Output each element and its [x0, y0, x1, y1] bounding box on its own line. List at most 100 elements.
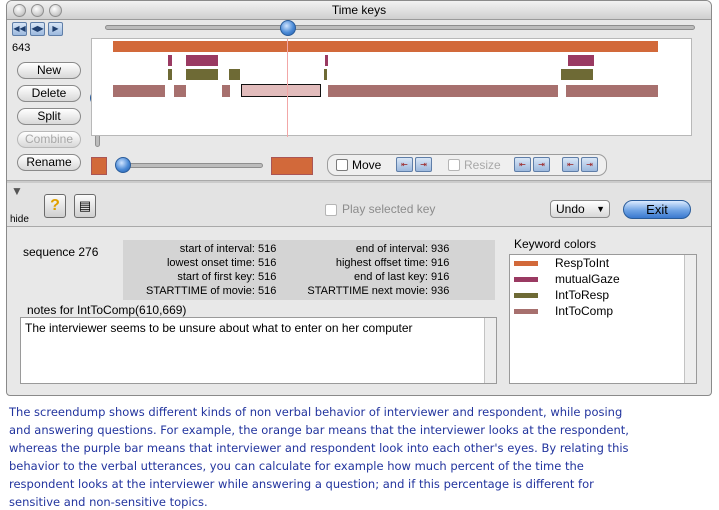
- start-of-interval-label: start of interval:: [179, 243, 255, 255]
- inttocomp-selected-bar[interactable]: [241, 84, 321, 97]
- rename-button[interactable]: Rename: [17, 154, 81, 171]
- keyword-label: IntToResp: [555, 288, 610, 302]
- lowest-onset-label: lowest onset time:: [166, 257, 255, 269]
- disclosure-triangle-icon[interactable]: ▼: [11, 184, 23, 198]
- inttoresp-bar[interactable]: [186, 69, 218, 80]
- inttoresp-bar[interactable]: [561, 69, 593, 80]
- inttocomp-bar[interactable]: [566, 85, 658, 97]
- keyword-swatch: [514, 261, 538, 266]
- starttime-movie-label: STARTTIME of movie:: [145, 285, 255, 297]
- notes-textarea[interactable]: The interviewer seems to be unsure about…: [20, 317, 497, 384]
- right-color-swatch: [271, 157, 313, 175]
- description-line: and answering questions. For example, th…: [9, 423, 629, 437]
- keyword-swatch: [514, 293, 538, 298]
- keyword-colors-title: Keyword colors: [514, 237, 597, 251]
- title-bar: Time keys: [7, 1, 711, 20]
- shrink-end-icon: ⇤: [567, 160, 574, 169]
- help-icon[interactable]: ?: [44, 194, 66, 218]
- keyword-scrollbar[interactable]: [684, 255, 696, 383]
- sequence-label: sequence 276: [23, 245, 99, 259]
- grow-icon: ⇥: [538, 160, 545, 169]
- description-line: The screendump shows different kinds of …: [9, 405, 623, 419]
- inttocomp-bar[interactable]: [222, 85, 230, 97]
- resize-start-right-button[interactable]: ⇥: [533, 157, 550, 172]
- description-line: sensitive and non-sensitive topics.: [9, 495, 208, 509]
- resize-end-right-button[interactable]: ⇥: [581, 157, 598, 172]
- left-color-swatch: [91, 157, 107, 175]
- arrow-left-icon: ⇤: [401, 160, 408, 169]
- starttime-next-value: 936: [431, 285, 450, 297]
- end-last-key-label: end of last key:: [354, 271, 428, 283]
- resize-checkbox[interactable]: [448, 159, 460, 171]
- chevron-down-icon: ▼: [596, 204, 605, 214]
- play-selected-checkbox[interactable]: [325, 204, 337, 216]
- combine-button[interactable]: Combine: [17, 131, 81, 148]
- keyword-label: mutualGaze: [555, 272, 620, 286]
- split-button[interactable]: Split: [17, 108, 81, 125]
- starttime-movie-value: 516: [258, 285, 277, 297]
- keyword-label: IntToComp: [555, 304, 614, 318]
- inttoresp-bar[interactable]: [324, 69, 327, 80]
- description-text: The screendump shows different kinds of …: [9, 403, 715, 510]
- move-checkbox[interactable]: [336, 159, 348, 171]
- resize-end-left-button[interactable]: ⇤: [562, 157, 579, 172]
- rewind-button[interactable]: ◀◀: [12, 22, 27, 36]
- window-title: Time keys: [331, 3, 387, 17]
- inttoresp-bar[interactable]: [229, 69, 240, 80]
- resize-label: Resize: [464, 158, 501, 172]
- horizontal-zoom-slider[interactable]: [117, 163, 263, 168]
- playhead-line: [287, 39, 288, 137]
- undo-dropdown[interactable]: Undo ▼: [550, 200, 610, 218]
- shrink-icon: ⇤: [519, 160, 526, 169]
- play-back-icon: ◀▶: [31, 24, 44, 33]
- mutualgaze-bar[interactable]: [325, 55, 328, 66]
- inttocomp-bar[interactable]: [328, 85, 558, 97]
- description-line: whereas the purple bar means that interv…: [9, 441, 629, 455]
- keyword-swatch: [514, 277, 538, 282]
- inttocomp-bar[interactable]: [174, 85, 186, 97]
- delete-button[interactable]: Delete: [17, 85, 81, 102]
- lowest-onset-value: 516: [258, 257, 277, 269]
- frame-counter: 643: [12, 42, 31, 54]
- timeline-panel[interactable]: [91, 38, 692, 137]
- highest-offset-value: 916: [431, 257, 450, 269]
- mutualgaze-bar[interactable]: [568, 55, 594, 66]
- play-back-button[interactable]: ◀▶: [30, 22, 45, 36]
- rewind-icon: ◀◀: [13, 24, 26, 33]
- resptoint-bar[interactable]: [113, 41, 658, 52]
- arrow-right-icon: ⇥: [420, 160, 427, 169]
- end-of-interval-value: 936: [431, 243, 450, 255]
- move-left-button[interactable]: ⇤: [396, 157, 413, 172]
- notes-label: notes for IntToComp(610,669): [27, 303, 187, 317]
- mutualgaze-bar[interactable]: [186, 55, 218, 66]
- start-first-key-label: start of first key:: [177, 271, 255, 283]
- exit-button[interactable]: Exit: [623, 200, 691, 219]
- end-last-key-value: 916: [431, 271, 450, 283]
- mutualgaze-bar[interactable]: [168, 55, 172, 66]
- move-right-button[interactable]: ⇥: [415, 157, 432, 172]
- notes-text: The interviewer seems to be unsure about…: [25, 321, 413, 335]
- end-of-interval-label: end of interval:: [355, 243, 428, 255]
- hide-label[interactable]: hide: [10, 214, 29, 225]
- time-keys-window: Time keys ◀◀ ◀▶ ▶ 643 New Delete Split C…: [6, 0, 712, 396]
- resize-start-left-button[interactable]: ⇤: [514, 157, 531, 172]
- inttocomp-bar[interactable]: [113, 85, 165, 97]
- keyword-swatch: [514, 309, 538, 314]
- undo-label: Undo: [556, 202, 585, 216]
- position-slider-knob[interactable]: [279, 20, 296, 36]
- move-label: Move: [352, 158, 382, 172]
- play-button[interactable]: ▶: [48, 22, 63, 36]
- position-slider[interactable]: [105, 25, 695, 30]
- keyword-label: RespToInt: [555, 256, 610, 270]
- notes-scrollbar[interactable]: [484, 318, 496, 383]
- grow-end-icon: ⇥: [586, 160, 593, 169]
- inttoresp-bar[interactable]: [168, 69, 172, 80]
- starttime-next-label: STARTTIME next movie:: [307, 285, 428, 297]
- new-button[interactable]: New: [17, 62, 81, 79]
- start-of-interval-value: 516: [258, 243, 277, 255]
- start-first-key-value: 516: [258, 271, 277, 283]
- description-line: respondent looks at the interviewer whil…: [9, 477, 594, 491]
- notes-icon[interactable]: ▤: [74, 194, 96, 218]
- highest-offset-label: highest offset time:: [335, 257, 428, 269]
- horizontal-zoom-knob[interactable]: [115, 157, 131, 173]
